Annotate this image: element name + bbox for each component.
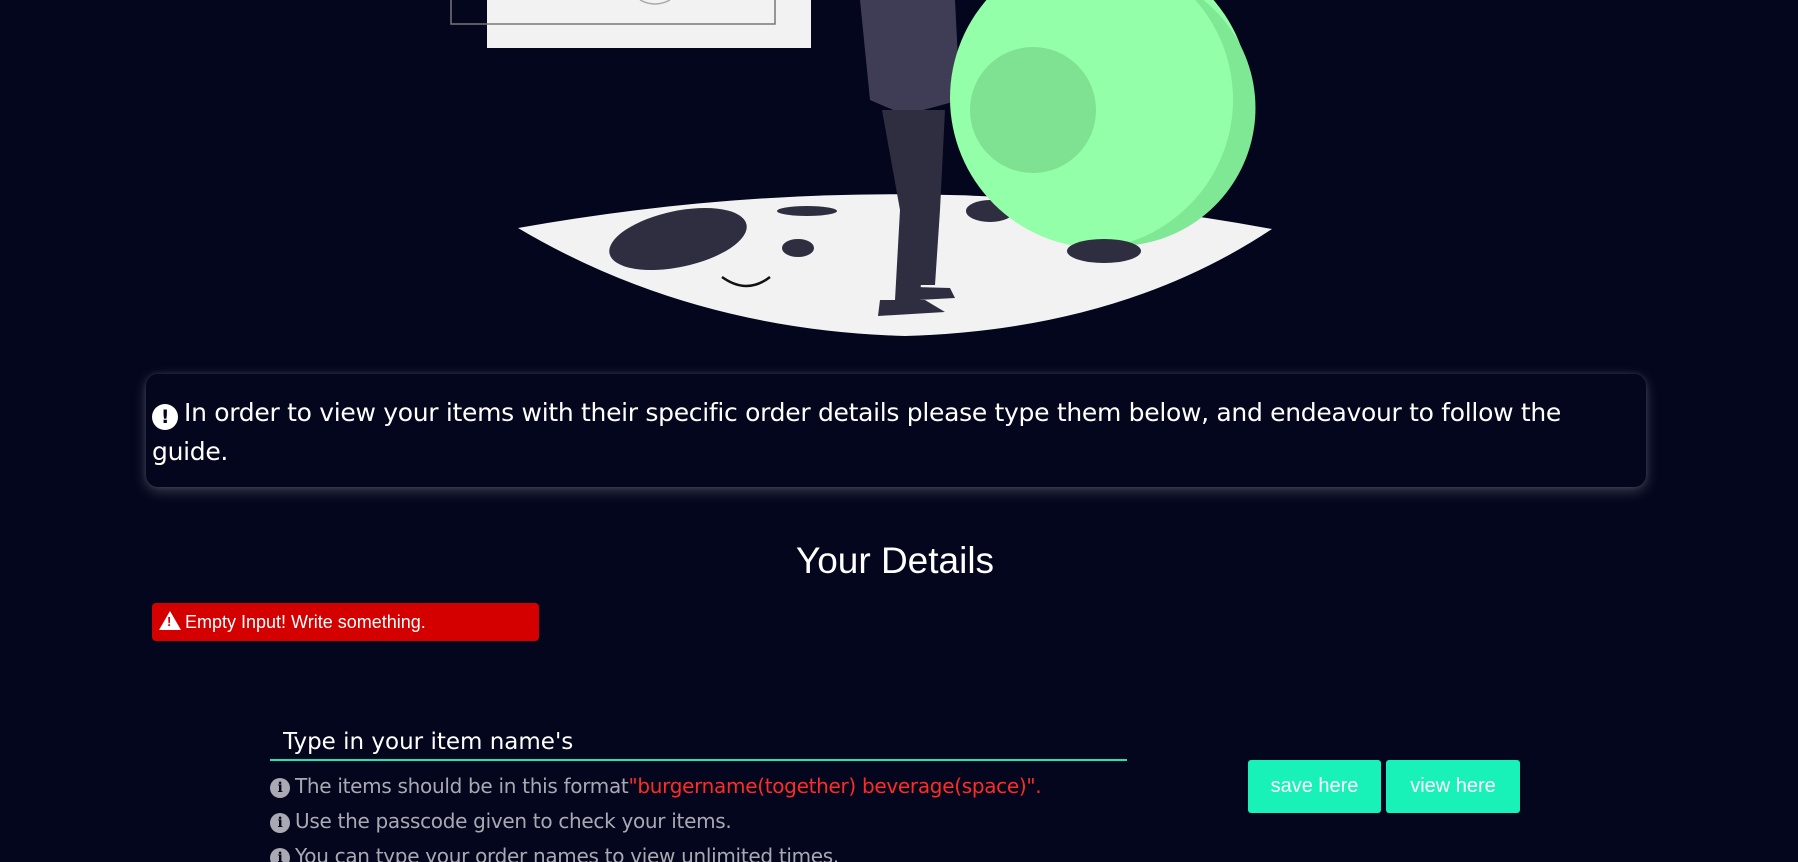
- save-button[interactable]: save here: [1248, 760, 1381, 813]
- page: ! In order to view your items with their …: [0, 0, 1798, 862]
- notice-line: ! In order to view your items with their …: [152, 398, 1561, 466]
- guide-item-passcode: i Use the passcode given to check your it…: [270, 806, 1041, 841]
- view-button[interactable]: view here: [1386, 760, 1520, 813]
- hero-illustration: [450, 0, 1272, 336]
- notice-text: In order to view your items with their s…: [152, 398, 1561, 466]
- guide-unlimited-text: You can type your order names to view un…: [295, 844, 839, 862]
- guide-item-unlimited: i You can type your order names to view u…: [270, 841, 1041, 862]
- info-circle-icon: i: [270, 813, 290, 833]
- guide-format-prefix: The items should be in this format: [295, 774, 629, 798]
- guide-passcode-text: Use the passcode given to check your ite…: [295, 809, 732, 833]
- info-notice-card: ! In order to view your items with their …: [146, 374, 1646, 487]
- your-details-title: Your Details: [795, 540, 995, 581]
- empty-input-error: ! Empty Input! Write something.: [152, 603, 539, 641]
- exclamation-circle-icon: !: [152, 404, 178, 430]
- item-name-input[interactable]: [270, 725, 1127, 761]
- warning-triangle-icon: !: [159, 611, 181, 630]
- guide-list: i The items should be in this format"burg…: [270, 771, 1042, 862]
- guide-item-format: i The items should be in this format"burg…: [270, 771, 1042, 806]
- guide-format-example: "burgername(together) beverage(space)".: [628, 774, 1042, 798]
- info-circle-icon: i: [270, 848, 290, 862]
- info-circle-icon: i: [270, 778, 290, 798]
- error-message: Empty Input! Write something.: [185, 612, 426, 632]
